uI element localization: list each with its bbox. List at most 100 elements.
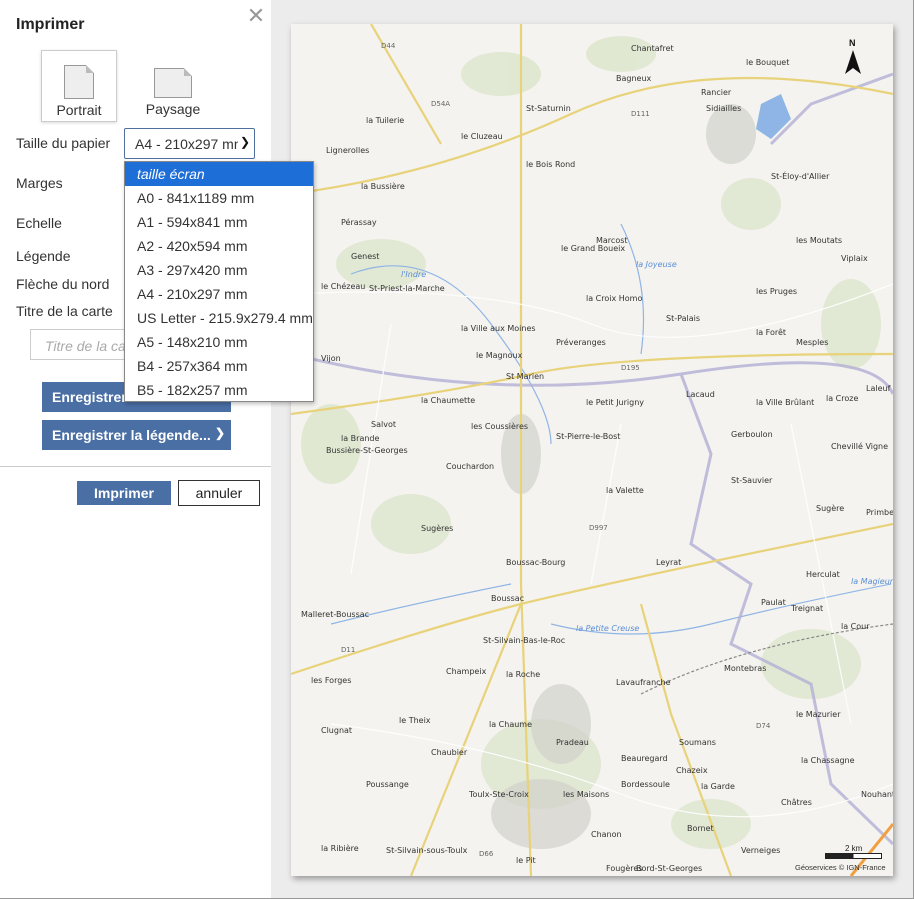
map-place-label: la Cour	[841, 622, 870, 631]
map-place-label: St-Pierre-le-Bost	[556, 432, 621, 441]
map-place-label: Toulx-Ste-Croix	[469, 790, 529, 799]
map-place-label: Salvot	[371, 420, 396, 429]
paper-option[interactable]: A2 - 420x594 mm	[125, 234, 313, 258]
map-place-label: Montebras	[724, 664, 767, 673]
map-place-label: le Bouquet	[746, 58, 790, 67]
paper-option[interactable]: taille écran	[125, 162, 313, 186]
map-road-label: D195	[621, 364, 640, 372]
north-arrow-icon: N	[843, 38, 863, 78]
map-place-label: la Ville aux Moines	[461, 324, 536, 333]
map-place-label: Mesples	[796, 338, 829, 347]
map-place-label: St Marien	[506, 372, 545, 381]
map-place-label: Laleuf	[866, 384, 891, 393]
map-place-label: Malleret-Boussac	[301, 610, 370, 619]
paper-option[interactable]: A1 - 594x841 mm	[125, 210, 313, 234]
paper-option[interactable]: A4 - 210x297 mm	[125, 282, 313, 306]
map-place-label: le Bois Rond	[526, 160, 576, 169]
map-place-label: Pradeau	[556, 738, 589, 747]
map-place-label: Chazeix	[676, 766, 708, 775]
map-place-label: St-Sauvier	[731, 476, 773, 485]
map-place-label: Boussac-Bourg	[506, 558, 566, 567]
cancel-button[interactable]: annuler	[178, 480, 260, 506]
map-place-label: la Garde	[701, 782, 735, 791]
paper-option[interactable]: B5 - 182x257 mm	[125, 378, 313, 402]
print-button[interactable]: Imprimer	[77, 481, 171, 505]
map-place-label: Paulat	[761, 598, 786, 607]
map-place-label: Lavaufranche	[616, 678, 671, 687]
map-place-label: Pérassay	[341, 218, 377, 227]
map-place-label: Châtres	[781, 798, 812, 807]
map-place-label: la Forêt	[756, 328, 787, 337]
print-panel: Imprimer ✕ Portrait Paysage Taille du pa…	[0, 0, 271, 898]
map-river-label: la Magieure	[851, 577, 893, 586]
map-place-label: le Magnoux	[476, 351, 523, 360]
map-road-label: D66	[479, 850, 494, 858]
map-road-label: D74	[756, 722, 771, 730]
map-place-label: Champeix	[446, 667, 487, 676]
portrait-label: Portrait	[56, 102, 102, 118]
map-place-label: les Moutats	[796, 236, 843, 245]
map-preview-page[interactable]: N 2 km Géoservices © IGN-France Chantafr…	[291, 24, 893, 876]
map-place-label: Préveranges	[556, 338, 606, 347]
map-road-label: D111	[631, 110, 650, 118]
map-place-label: Boussac	[491, 594, 525, 603]
landscape-label: Paysage	[145, 101, 201, 117]
map-place-label: la Bussière	[361, 182, 405, 191]
portrait-option[interactable]: Portrait	[41, 50, 117, 122]
map-place-label: la Chaumette	[421, 396, 476, 405]
map-copyright: Géoservices © IGN-France	[795, 863, 886, 872]
map-place-label: Poussange	[366, 780, 409, 789]
map-place-label: Bordessoule	[621, 780, 670, 789]
map-river-label: la Joyeuse	[636, 260, 677, 269]
paper-size-value: A4 - 210x297 mm	[135, 136, 246, 152]
map-place-label: Treignat	[791, 604, 824, 613]
map-place-label: Primbert	[866, 508, 893, 517]
map-place-label: le Mazurier	[796, 710, 841, 719]
map-place-label: Nouhant	[861, 790, 893, 799]
paper-option[interactable]: A5 - 148x210 mm	[125, 330, 313, 354]
map-place-label: la Tuilerie	[366, 116, 405, 125]
paper-option[interactable]: B4 - 257x364 mm	[125, 354, 313, 378]
map-place-label: la Chassagne	[801, 756, 855, 765]
map-place-label: Leyrat	[656, 558, 682, 567]
map-place-label: la Roche	[506, 670, 541, 679]
legend-label: Légende	[16, 248, 71, 264]
map-place-label: Soumans	[679, 738, 716, 747]
map-place-label: Chantafret	[631, 44, 674, 53]
map-place-label: Sugères	[421, 524, 454, 533]
map-river-label: l'Indre	[401, 270, 427, 279]
map-place-label: la Valette	[606, 486, 644, 495]
map-place-label: le Grand Boueix	[561, 244, 626, 253]
map-place-label: St-Saturnin	[526, 104, 571, 113]
map-place-label: Gerboulon	[731, 430, 773, 439]
map-place-label: St-Palais	[666, 314, 700, 323]
dialog-title: Imprimer	[16, 16, 85, 33]
map-place-label: Clugnat	[321, 726, 353, 735]
paper-option[interactable]: A3 - 297x420 mm	[125, 258, 313, 282]
paper-option[interactable]: US Letter - 215.9x279.4 mm	[125, 306, 313, 330]
map-place-label: Bornet	[687, 824, 714, 833]
map-place-label: les Coussières	[471, 422, 529, 431]
map-place-label: le Chézeau	[321, 282, 366, 291]
save-legend-button[interactable]: Enregistrer la légende... ❯	[42, 420, 231, 450]
close-icon[interactable]: ✕	[246, 5, 266, 27]
map-place-label: Chanon	[591, 830, 622, 839]
north-label: N	[849, 38, 856, 48]
scale-bar-graphic	[825, 853, 882, 859]
map-place-label: St-Silvain-sous-Toulx	[386, 846, 468, 855]
landscape-option[interactable]: Paysage	[135, 50, 211, 122]
map-place-label: Couchardon	[446, 462, 495, 471]
map-place-label: Bussière-St-Georges	[326, 446, 408, 455]
paper-size-select[interactable]: A4 - 210x297 mm ❯	[124, 128, 255, 159]
map-place-label: Lacaud	[686, 390, 715, 399]
save-button-label: Enregistrer	[52, 389, 127, 405]
map-place-label: Sugère	[816, 504, 845, 513]
map-place-label: la Ribière	[321, 844, 359, 853]
north-arrow-glyph	[845, 50, 861, 74]
scale-bar: 2 km	[825, 844, 882, 859]
chevron-down-icon: ❯	[214, 426, 225, 440]
paper-option[interactable]: A0 - 841x1189 mm	[125, 186, 313, 210]
save-legend-button-label: Enregistrer la légende...	[52, 427, 211, 443]
map-place-label: la Chaume	[489, 720, 533, 729]
map-place-label: la Croix Homo	[586, 294, 643, 303]
